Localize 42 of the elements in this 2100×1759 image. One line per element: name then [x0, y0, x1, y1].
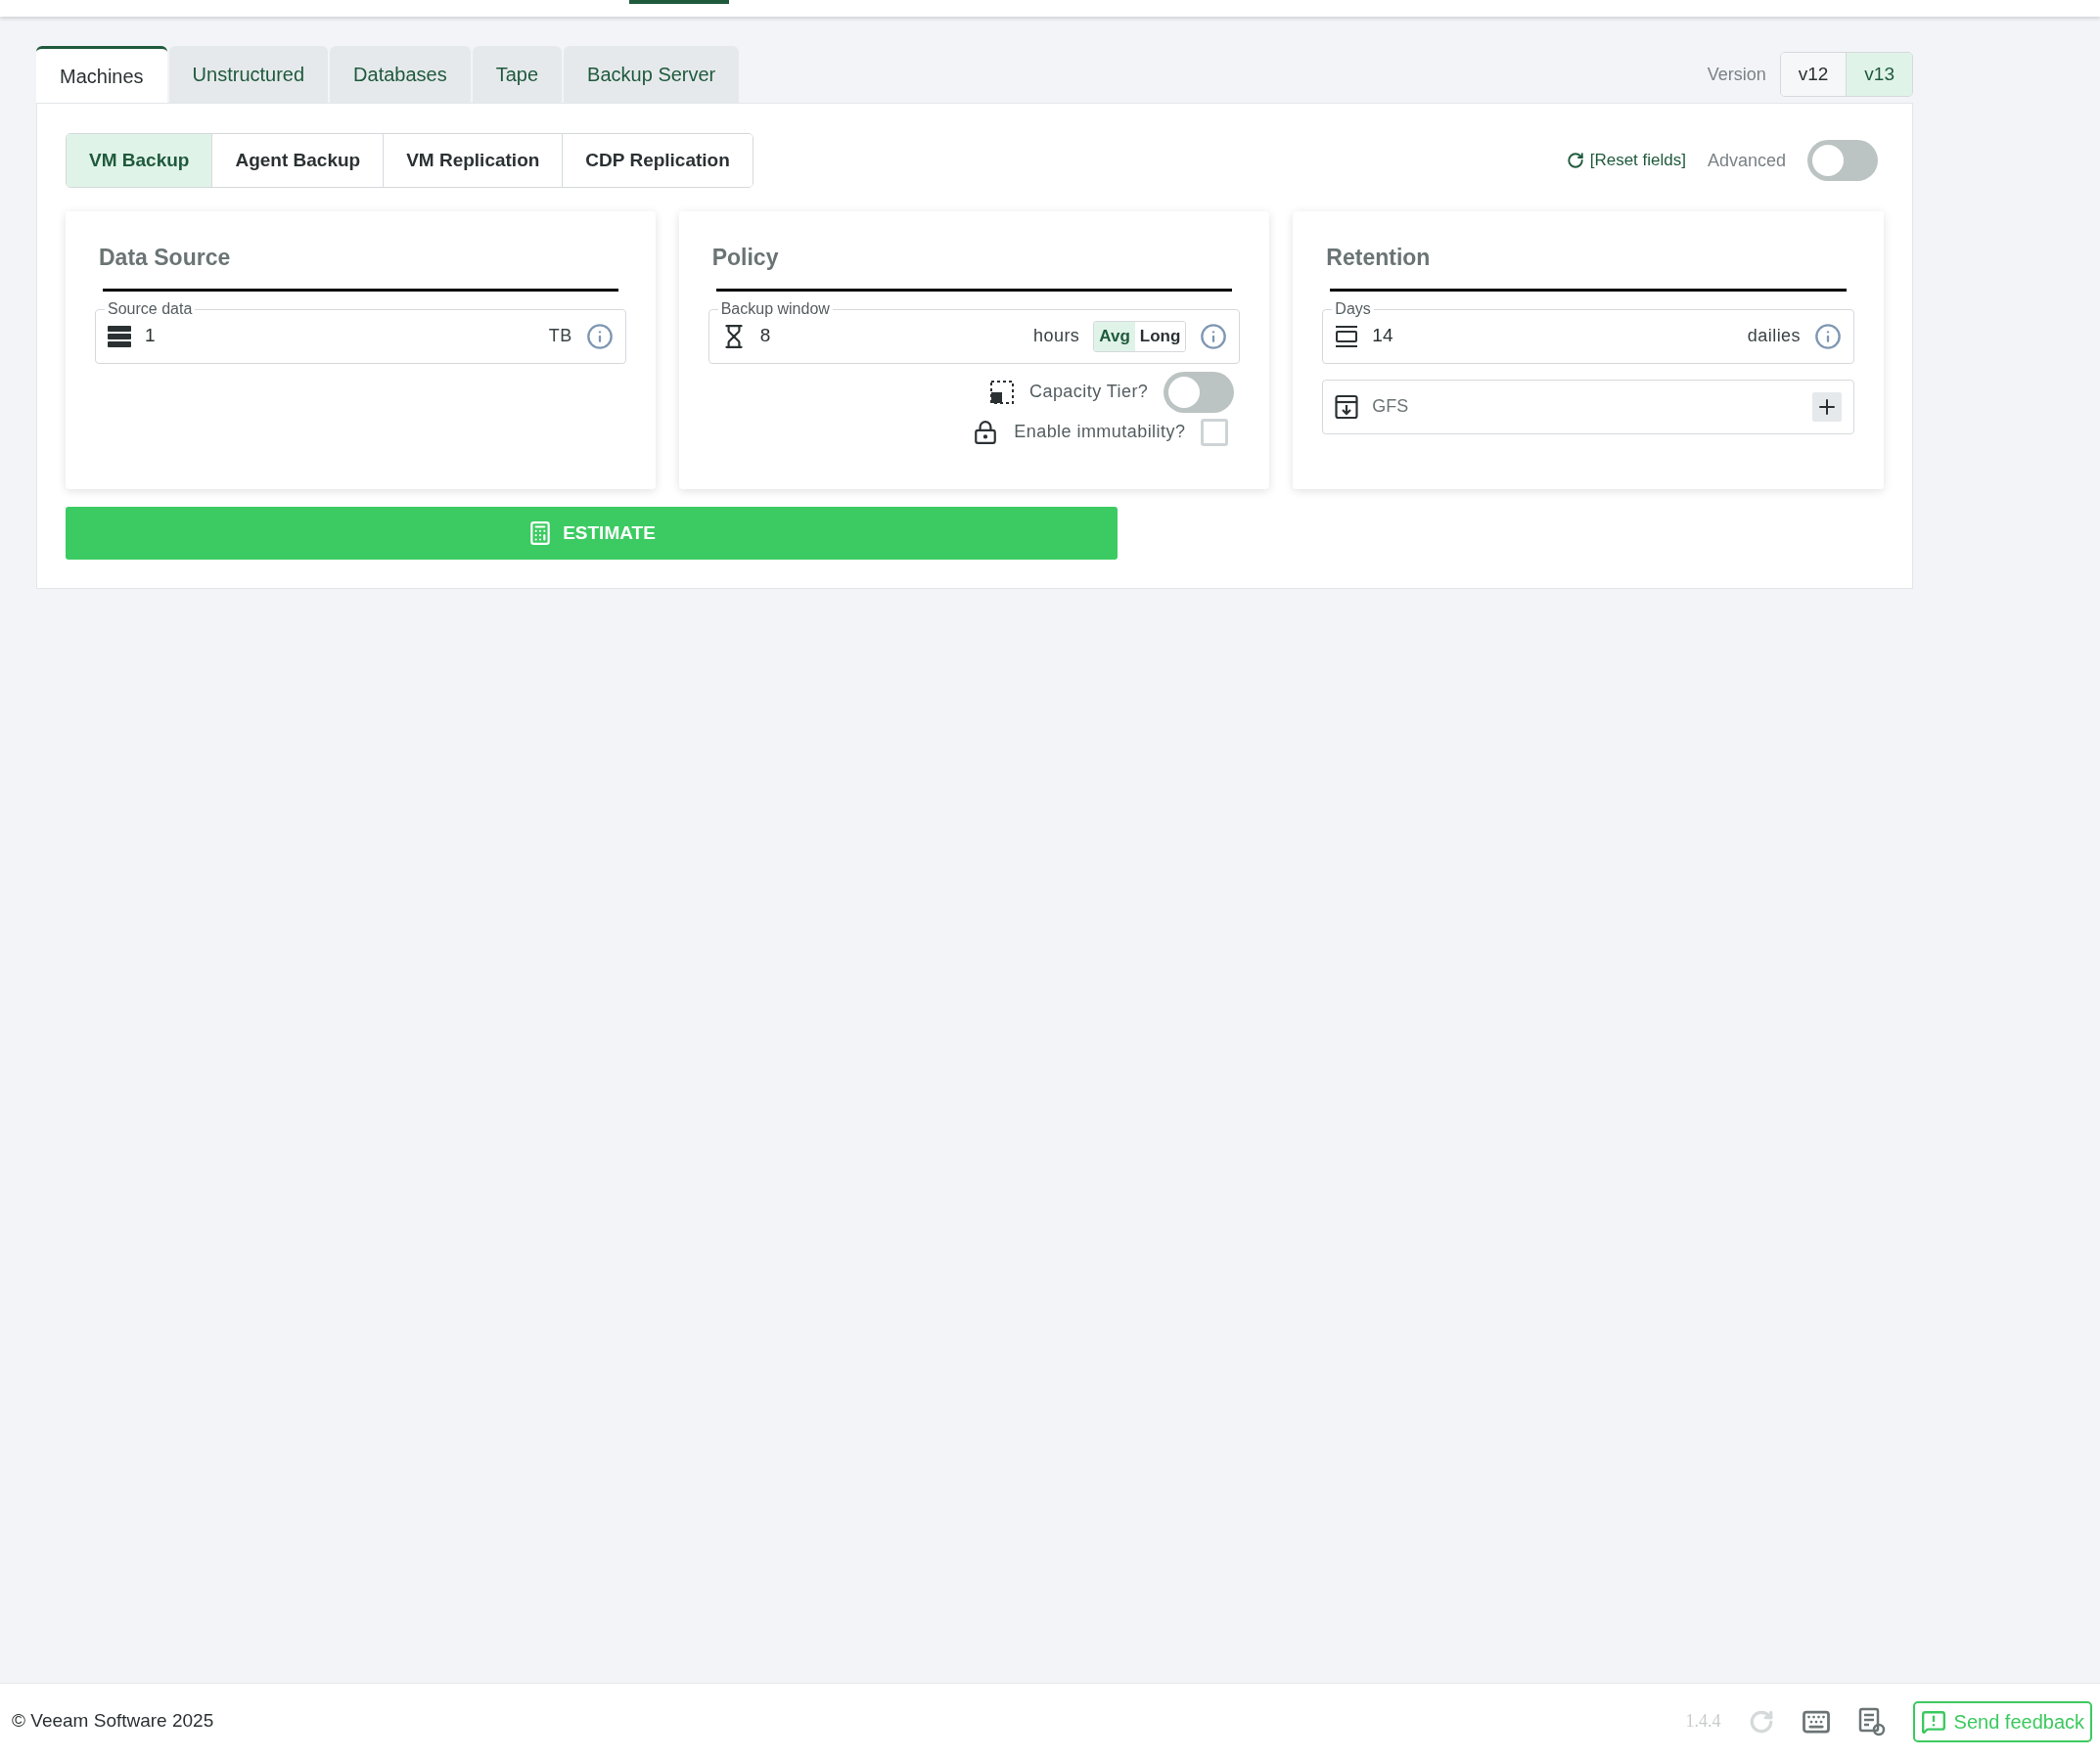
unit-label: hours [1033, 325, 1080, 347]
info-icon[interactable] [1200, 322, 1228, 350]
unit-label: TB [548, 325, 572, 347]
window-icon [1335, 324, 1359, 348]
category-tab[interactable]: Unstructured [168, 46, 329, 103]
version-label: Version [1707, 63, 1766, 86]
advanced-toggle[interactable] [1807, 140, 1878, 181]
category-tab[interactable]: Machines [36, 46, 167, 103]
version-option[interactable]: v13 [1847, 53, 1912, 96]
add-button[interactable] [1812, 391, 1842, 422]
gfs-field[interactable]: GFS [1322, 379, 1854, 434]
card-title: Policy [710, 244, 780, 272]
category-tab[interactable]: Tape [472, 46, 563, 103]
field-value: 8 [759, 324, 772, 348]
capacity-tier-label: Capacity Tier? [1029, 381, 1149, 403]
category-tab[interactable]: Databases [330, 46, 471, 103]
document-history-icon[interactable] [1857, 1706, 1886, 1736]
backup-type-tab[interactable]: VM Backup [67, 134, 212, 187]
unit-label: dailies [1747, 325, 1801, 347]
field-value: 14 [1372, 324, 1394, 348]
lock-icon [973, 419, 999, 445]
stack-icon [108, 325, 131, 347]
copyright-text: © Veeam Software 2025 [12, 1709, 214, 1734]
immutability-checkbox[interactable] [1201, 418, 1229, 446]
info-icon[interactable] [1814, 322, 1842, 350]
advanced-label: Advanced [1707, 149, 1786, 172]
reset-icon [1566, 152, 1584, 169]
category-tab[interactable]: Backup Server [564, 46, 740, 103]
info-icon[interactable] [585, 322, 614, 350]
field-value: 1 [145, 324, 157, 348]
version-option[interactable]: v12 [1780, 53, 1848, 96]
backup-type-tab[interactable]: CDP Replication [562, 134, 753, 187]
card-title: Retention [1325, 244, 1432, 272]
gfs-label: GFS [1372, 395, 1410, 418]
archive-download-icon [1335, 393, 1359, 420]
reset-fields-link[interactable]: [Reset fields] [1566, 148, 1686, 173]
mode-option[interactable]: Avg [1094, 321, 1135, 351]
feedback-icon [1920, 1708, 1946, 1735]
capacity-tier-toggle[interactable] [1164, 371, 1235, 413]
tier-icon [990, 380, 1014, 404]
card-title: Data Source [98, 244, 232, 272]
immutability-label: Enable immutability? [1014, 421, 1186, 443]
